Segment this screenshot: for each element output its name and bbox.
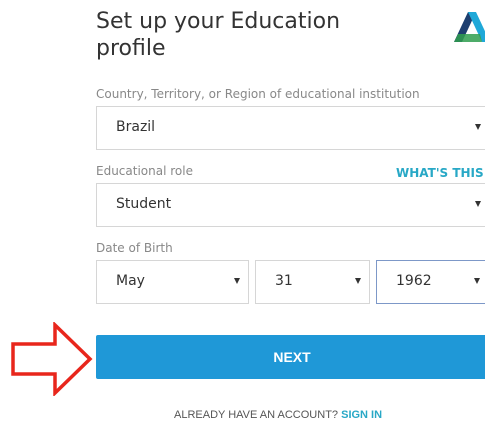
chevron-down-icon	[355, 278, 361, 284]
signin-link[interactable]: SIGN IN	[341, 409, 382, 421]
dob-month-select[interactable]: May	[96, 260, 249, 304]
dob-day-select[interactable]: 31	[255, 260, 370, 304]
country-select[interactable]: Brazil	[96, 106, 485, 150]
signin-prompt-text: ALREADY HAVE AN ACCOUNT?	[174, 409, 339, 421]
dob-day-value: 31	[275, 273, 293, 289]
education-profile-page: Set up your Education profile Country, T…	[0, 0, 485, 426]
role-select[interactable]: Student	[96, 183, 485, 227]
signin-prompt: ALREADY HAVE AN ACCOUNT? SIGN IN	[174, 409, 382, 421]
dob-year-value: 1962	[396, 273, 432, 289]
chevron-down-icon	[234, 278, 240, 284]
dob-label: Date of Birth	[96, 241, 173, 255]
dob-year-select[interactable]: 1962	[376, 260, 485, 304]
chevron-down-icon	[474, 278, 480, 284]
country-value: Brazil	[116, 119, 156, 135]
page-title: Set up your Education profile	[96, 9, 341, 61]
role-label: Educational role	[96, 164, 193, 178]
autodesk-logo-icon	[454, 12, 485, 42]
next-button[interactable]: NEXT	[96, 335, 485, 379]
country-label: Country, Territory, or Region of educati…	[96, 87, 420, 101]
whats-this-link[interactable]: WHAT'S THIS ?	[396, 166, 485, 180]
role-value: Student	[116, 196, 172, 212]
annotation-arrow-icon	[11, 322, 93, 396]
dob-month-value: May	[116, 273, 145, 289]
chevron-down-icon	[475, 201, 481, 207]
chevron-down-icon	[475, 124, 481, 130]
